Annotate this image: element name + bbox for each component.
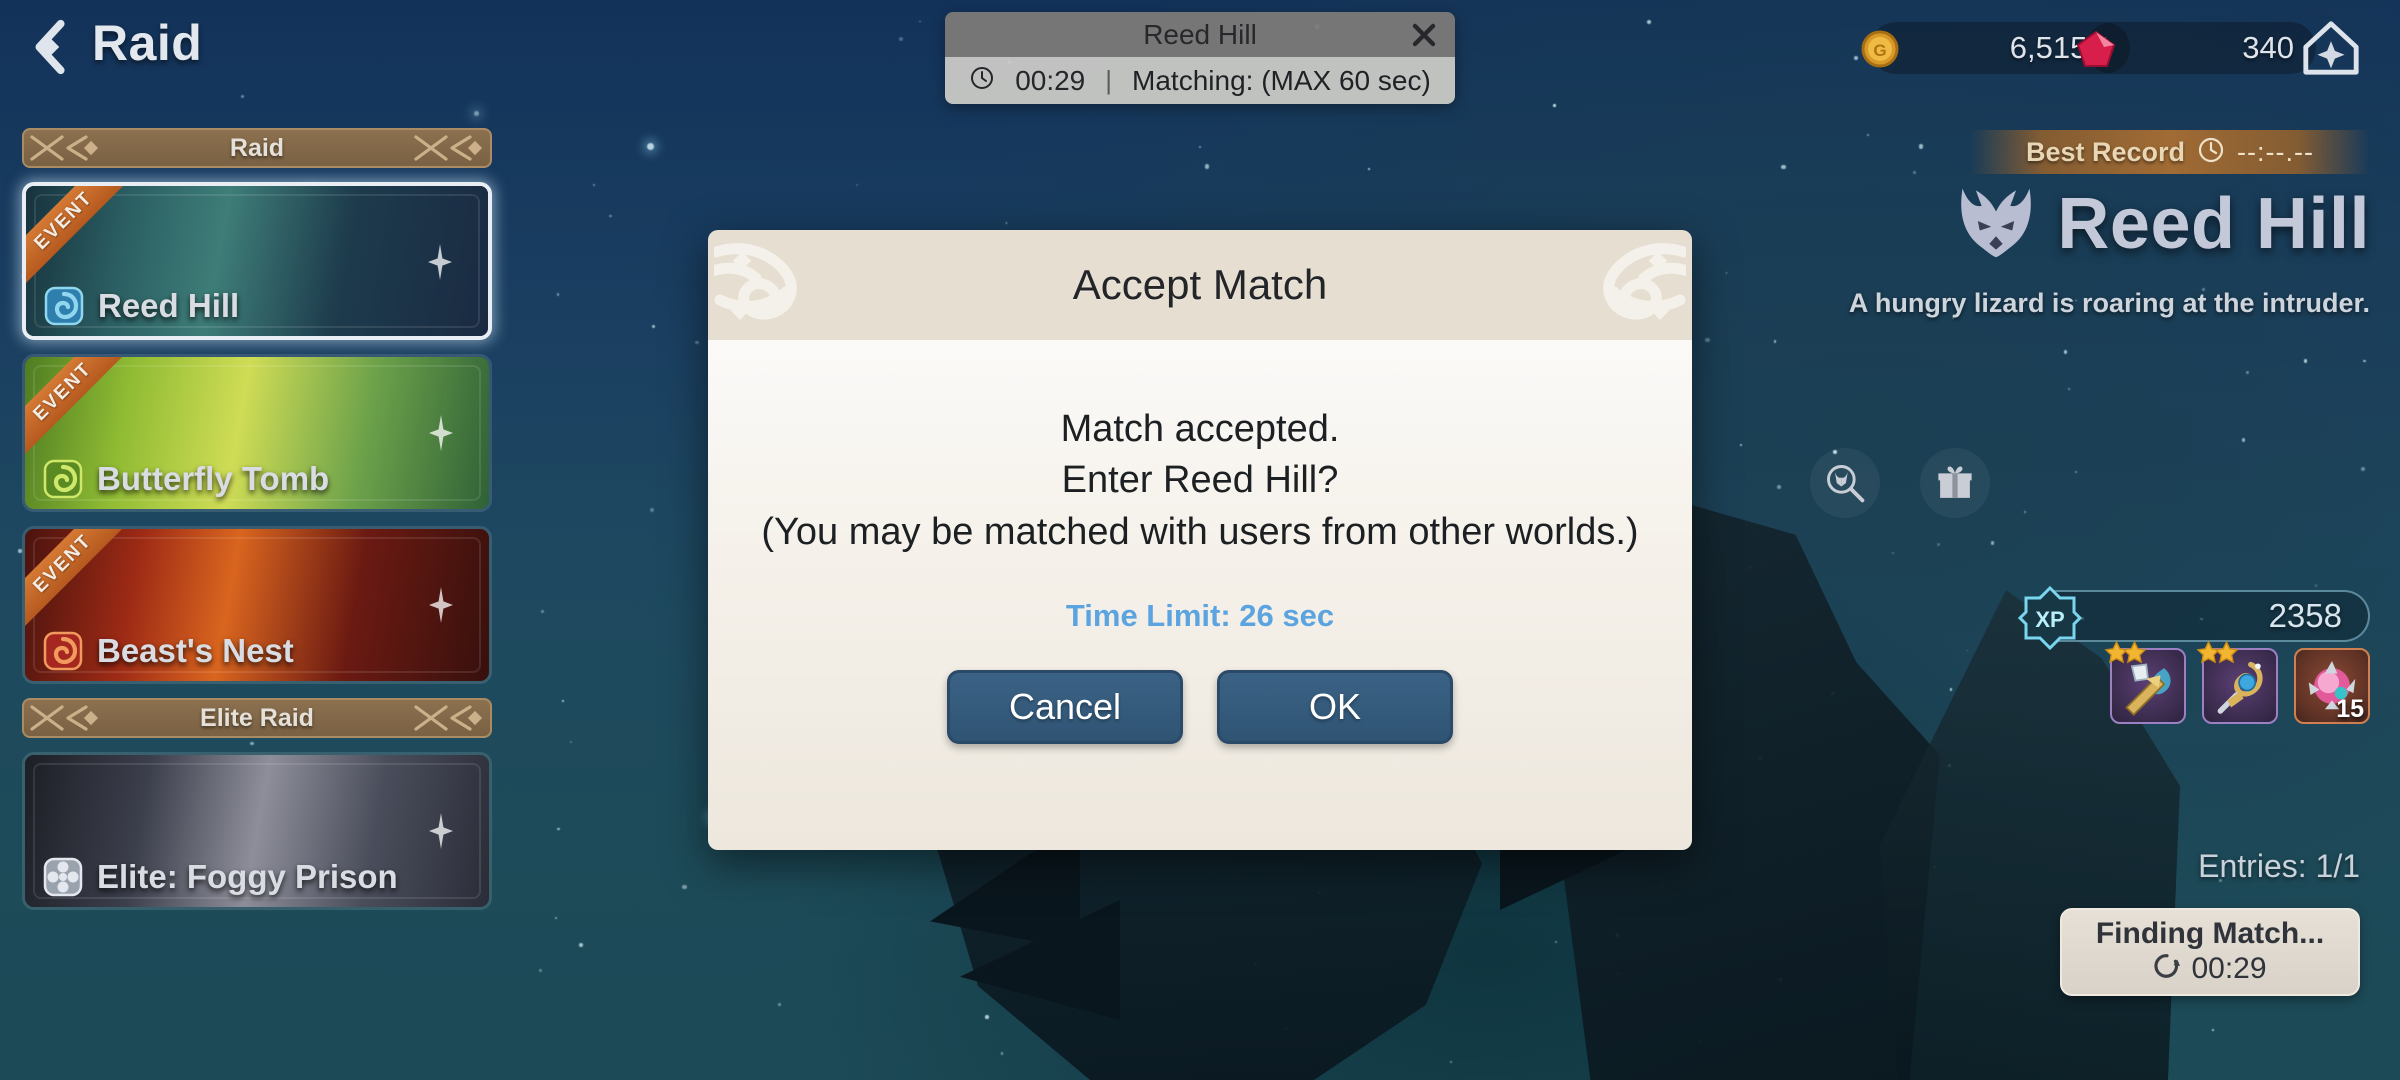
dialog-body: Match accepted.Enter Reed Hill?(You may … xyxy=(708,340,1692,850)
raid-card-name-row: Elite: Foggy Prison xyxy=(41,855,398,899)
banner-ornament-icon xyxy=(28,133,102,163)
close-icon[interactable] xyxy=(1409,20,1439,50)
matching-status-header: Reed Hill xyxy=(945,12,1455,57)
cancel-button[interactable]: Cancel xyxy=(947,670,1183,744)
ok-button[interactable]: OK xyxy=(1217,670,1453,744)
dialog-time-limit: Time Limit: 26 sec xyxy=(1066,598,1334,634)
xp-badge: XP 2358 xyxy=(2030,590,2370,642)
raid-card-beast-s-nest[interactable]: EVENT Beast's Nest xyxy=(22,526,492,684)
dialog-message-line: Enter Reed Hill? xyxy=(761,455,1638,506)
ok-button-label: OK xyxy=(1309,686,1361,728)
accept-match-dialog: Accept Match Match accepted.Enter Reed H… xyxy=(708,230,1692,850)
raid-card-name-row: Reed Hill xyxy=(42,284,239,328)
entries-counter: Entries: 1/1 xyxy=(2198,848,2360,885)
best-record-bar: Best Record --:--.-- xyxy=(1970,130,2370,174)
matching-status-title: Reed Hill xyxy=(1143,19,1257,51)
xp-value: 2358 xyxy=(2269,597,2368,635)
best-record-value: --:--.-- xyxy=(2237,137,2314,168)
banner-ornament-icon xyxy=(412,133,486,163)
rarity-stars xyxy=(2196,640,2232,665)
matching-status-text: Matching: (MAX 60 sec) xyxy=(1132,65,1431,97)
star-icon xyxy=(2122,640,2147,665)
dialog-actions: Cancel OK xyxy=(947,670,1453,744)
raid-card-name-row: Butterfly Tomb xyxy=(41,457,329,501)
cancel-button-label: Cancel xyxy=(1009,686,1121,728)
raid-card-butterfly-tomb[interactable]: EVENT Butterfly Tomb xyxy=(22,354,492,512)
finding-match-button[interactable]: Finding Match... 00:29 xyxy=(2060,908,2360,996)
banner-ornament-icon xyxy=(412,703,486,733)
matching-separator: | xyxy=(1105,65,1112,96)
matching-status-bar[interactable]: Reed Hill 00:29 | Matching: (MAX 60 sec) xyxy=(945,12,1455,104)
reward-slot[interactable]: 15 xyxy=(2294,648,2370,724)
section-banner-label: Elite Raid xyxy=(200,704,314,733)
svg-text:XP: XP xyxy=(2035,607,2064,632)
clock-icon xyxy=(2197,136,2225,169)
dialog-header: Accept Match xyxy=(708,230,1692,340)
raid-card-name-row: Beast's Nest xyxy=(41,629,294,673)
light-clover-icon xyxy=(41,855,85,899)
reward-slot[interactable] xyxy=(2202,648,2278,724)
wind-spiral-icon xyxy=(41,457,85,501)
finding-match-label: Finding Match... xyxy=(2096,918,2324,950)
page-title: Raid xyxy=(92,14,202,72)
monster-info-icon xyxy=(1823,461,1867,505)
back-arrow-icon[interactable] xyxy=(20,16,82,78)
raid-card-reed-hill[interactable]: EVENT Reed Hill xyxy=(22,182,492,340)
boss-name: Reed Hill xyxy=(2057,183,2370,265)
celtic-knot-icon xyxy=(1476,234,1686,338)
best-record-label: Best Record xyxy=(2026,137,2185,168)
xp-badge-icon: XP xyxy=(2016,584,2084,652)
dialog-message-line: Match accepted. xyxy=(761,404,1638,455)
raid-card-label: Butterfly Tomb xyxy=(97,460,329,498)
dialog-message-line: (You may be matched with users from othe… xyxy=(761,507,1638,558)
boss-title-row: Reed Hill xyxy=(1953,182,2370,265)
fire-spiral-icon xyxy=(41,629,85,673)
dialog-title: Accept Match xyxy=(1073,261,1327,309)
gift-icon xyxy=(1934,462,1976,504)
star-icon xyxy=(2214,640,2239,665)
water-spiral-icon xyxy=(42,284,86,328)
section-banner: Raid xyxy=(22,128,492,168)
reward-slot[interactable] xyxy=(2110,648,2186,724)
raid-card-label: Elite: Foggy Prison xyxy=(97,858,398,896)
celtic-knot-icon xyxy=(714,234,924,338)
section-banner: Elite Raid xyxy=(22,698,492,738)
finding-match-timer: 00:29 xyxy=(2191,952,2266,986)
raid-list-panel[interactable]: Raid EVENT Reed Hill EV xyxy=(0,128,510,1080)
banner-ornament-icon xyxy=(28,703,102,733)
dialog-message: Match accepted.Enter Reed Hill?(You may … xyxy=(761,404,1638,558)
matching-status-body: 00:29 | Matching: (MAX 60 sec) xyxy=(945,57,1455,104)
raid-card-label: Reed Hill xyxy=(98,287,239,325)
matching-elapsed-time: 00:29 xyxy=(1015,65,1085,97)
raid-card-elite-foggy-prison[interactable]: Elite: Foggy Prison xyxy=(22,752,492,910)
reward-preview-button[interactable] xyxy=(1920,448,1990,518)
spinner-icon xyxy=(2153,952,2181,985)
raid-card-label: Beast's Nest xyxy=(97,632,294,670)
rarity-stars xyxy=(2104,640,2140,665)
beast-mask-icon xyxy=(1953,182,2039,265)
section-banner-label: Raid xyxy=(230,134,284,163)
reward-list[interactable]: 15 xyxy=(2110,648,2370,724)
reward-quantity: 15 xyxy=(2336,695,2364,724)
monster-info-button[interactable] xyxy=(1810,448,1880,518)
boss-description: A hungry lizard is roaring at the intrud… xyxy=(1849,288,2370,319)
clock-icon xyxy=(969,65,995,96)
